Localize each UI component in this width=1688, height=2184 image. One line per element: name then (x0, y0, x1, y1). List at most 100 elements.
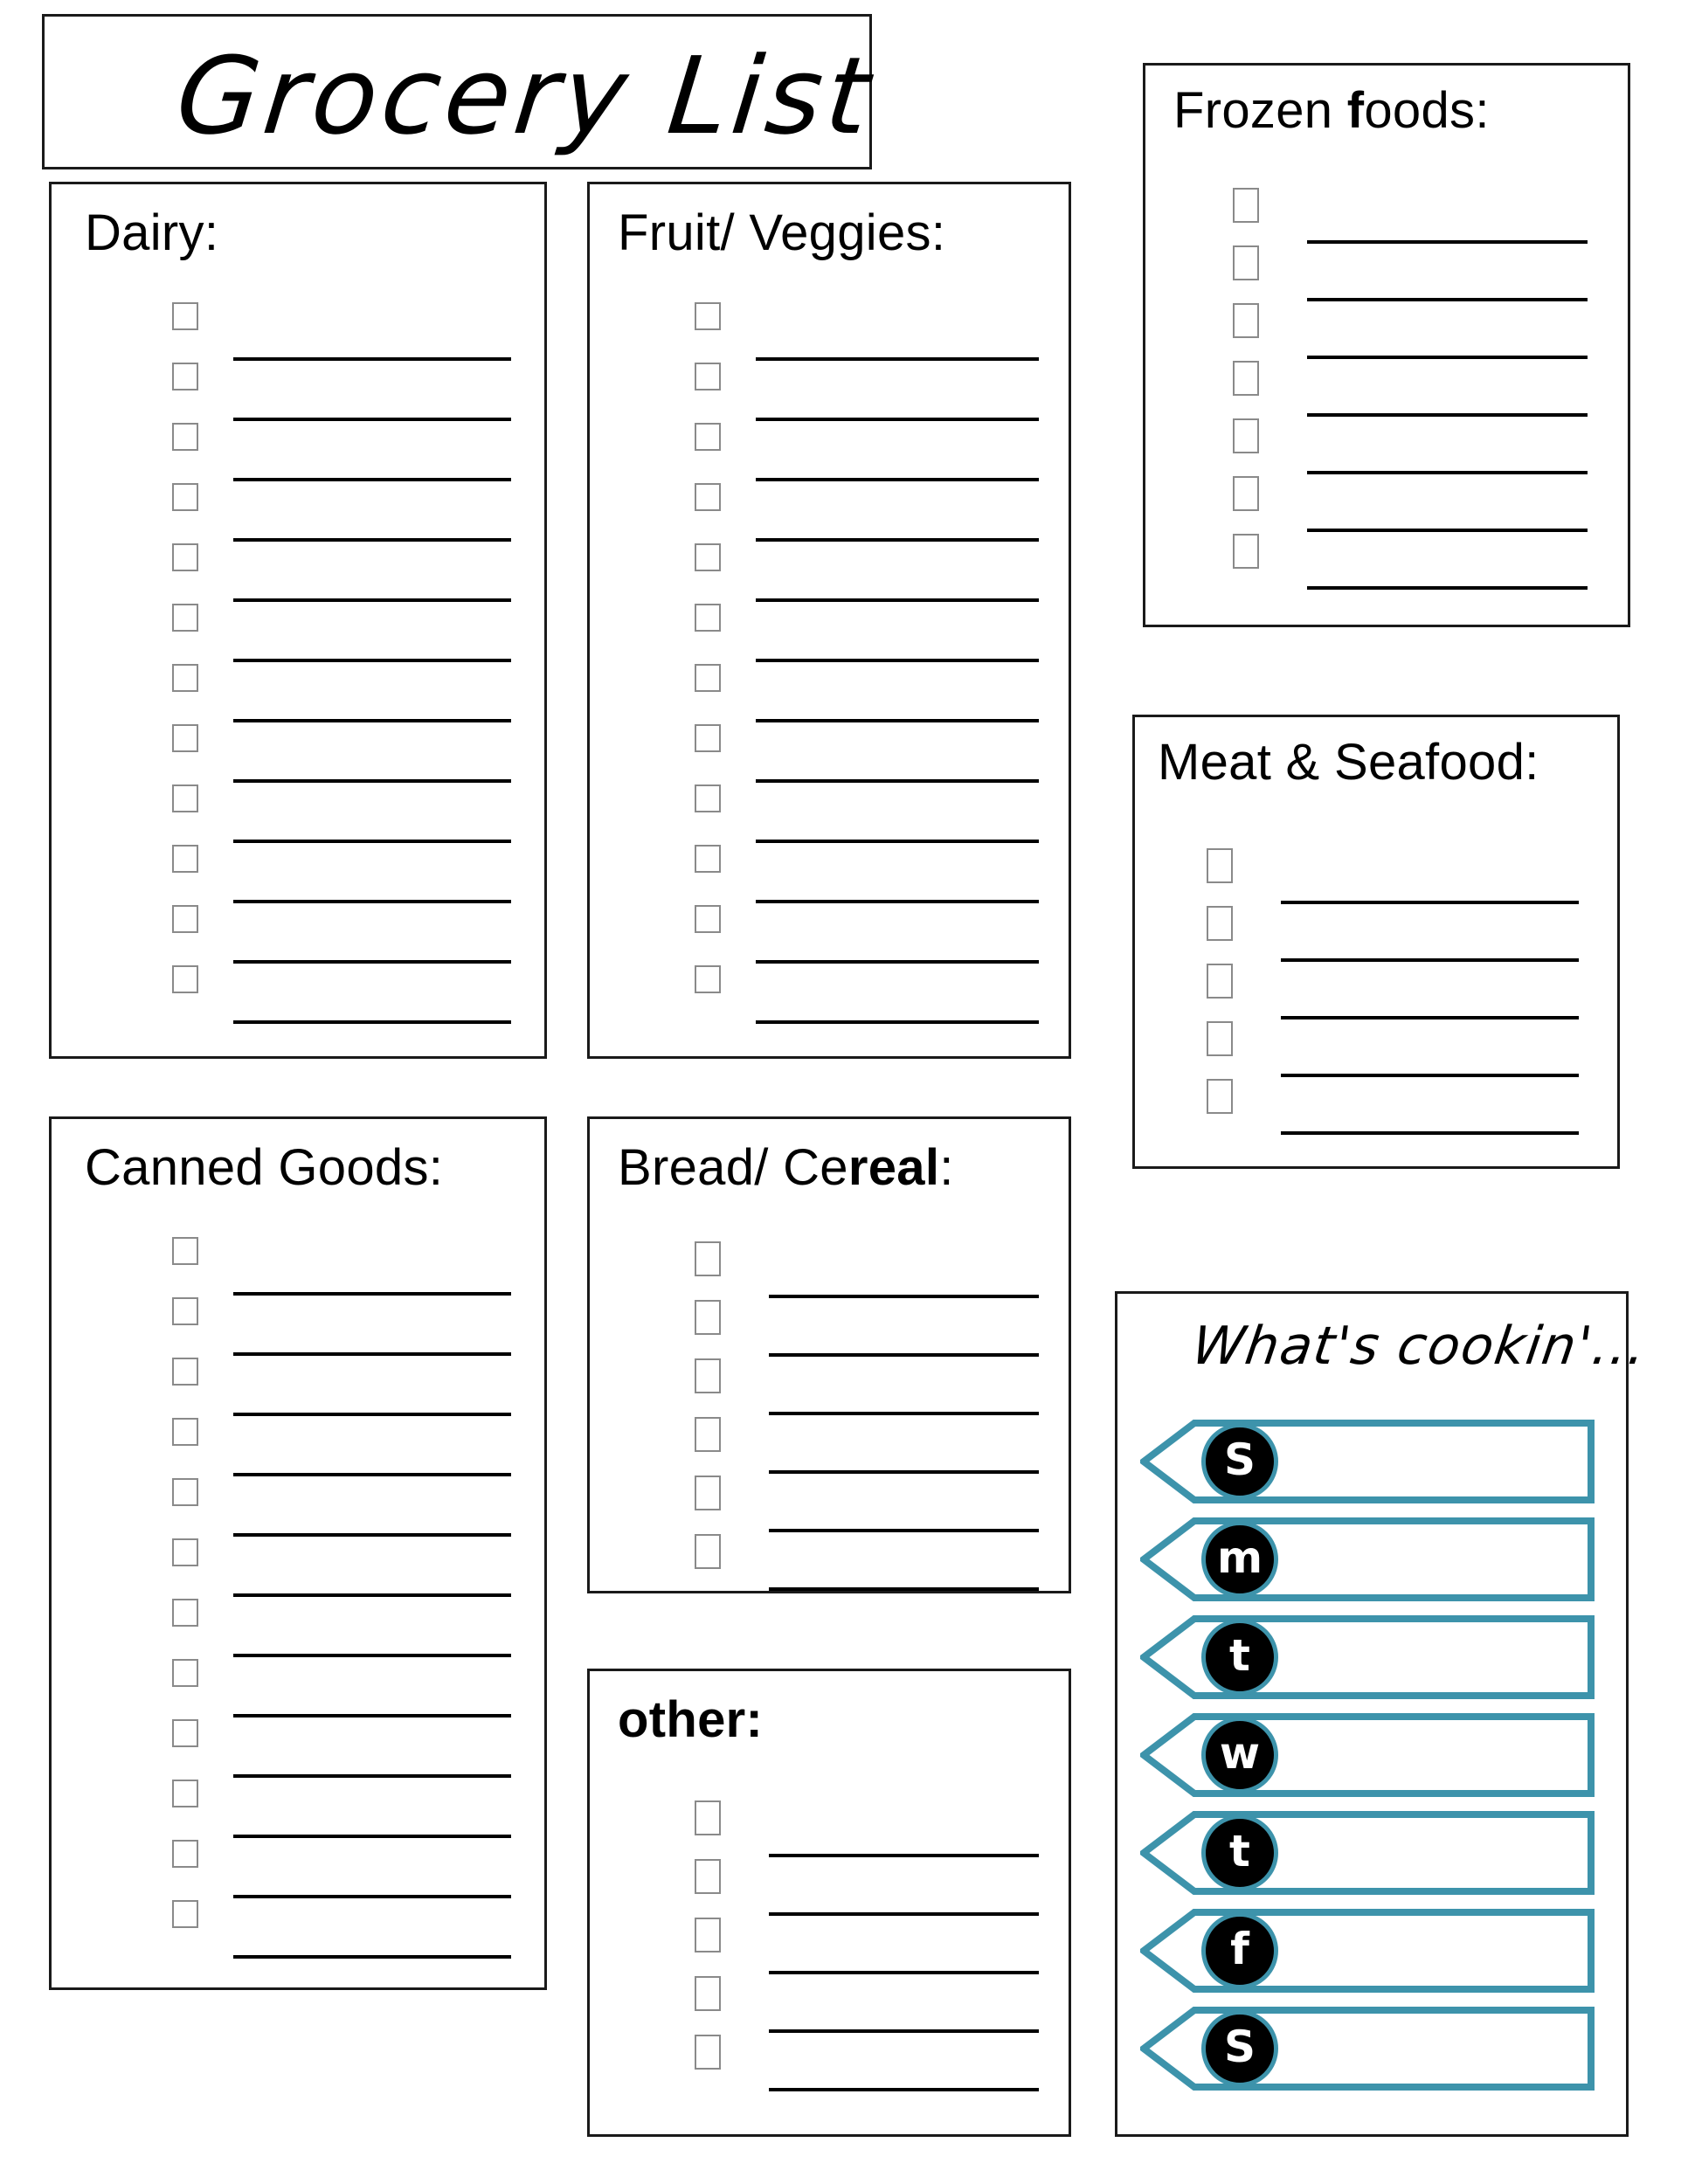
checklist-row[interactable] (172, 1659, 511, 1719)
checklist-row[interactable] (172, 905, 511, 965)
checkbox-icon[interactable] (172, 724, 198, 752)
checkbox-icon[interactable] (172, 1478, 198, 1506)
write-in-line[interactable] (233, 1593, 511, 1597)
day-planner-row-wednesday[interactable]: w (1140, 1713, 1595, 1797)
checklist-row[interactable] (172, 1538, 511, 1599)
checkbox-icon[interactable] (695, 1300, 721, 1335)
write-in-line[interactable] (769, 1912, 1039, 1916)
checkbox-icon[interactable] (172, 664, 198, 692)
write-in-line[interactable] (1307, 586, 1588, 590)
checkbox-icon[interactable] (695, 724, 721, 752)
write-in-line[interactable] (233, 1895, 511, 1898)
checkbox-icon[interactable] (1233, 418, 1259, 453)
checklist-row[interactable] (172, 1297, 511, 1358)
checklist-row[interactable] (172, 363, 511, 423)
write-in-line[interactable] (756, 418, 1039, 421)
checklist-row[interactable] (1233, 245, 1588, 303)
checkbox-icon[interactable] (695, 845, 721, 873)
checklist-row[interactable] (172, 724, 511, 784)
checklist-row[interactable] (695, 1241, 1039, 1300)
checkbox-icon[interactable] (172, 1418, 198, 1446)
write-in-line[interactable] (233, 1413, 511, 1416)
checklist-row[interactable] (695, 1976, 1039, 2035)
write-in-line[interactable] (1307, 356, 1588, 359)
write-in-line[interactable] (769, 1854, 1039, 1857)
write-in-line[interactable] (233, 1533, 511, 1537)
day-badge-sunday[interactable]: S (1201, 1423, 1278, 1500)
write-in-line[interactable] (756, 960, 1039, 964)
write-in-line[interactable] (756, 1020, 1039, 1024)
checklist-row[interactable] (1233, 476, 1588, 534)
checkbox-icon[interactable] (695, 2035, 721, 2070)
checkbox-icon[interactable] (1233, 534, 1259, 569)
checkbox-icon[interactable] (695, 1476, 721, 1510)
checkbox-icon[interactable] (695, 423, 721, 451)
write-in-line[interactable] (233, 538, 511, 542)
checkbox-icon[interactable] (695, 604, 721, 632)
checkbox-icon[interactable] (695, 664, 721, 692)
checklist-row[interactable] (172, 845, 511, 905)
day-planner-row-monday[interactable]: m (1140, 1517, 1595, 1601)
checklist-row[interactable] (172, 543, 511, 604)
write-in-line[interactable] (233, 840, 511, 843)
checklist-row[interactable] (172, 1237, 511, 1297)
day-planner-row-sunday[interactable]: S (1140, 1420, 1595, 1503)
checklist-row[interactable] (695, 784, 1039, 845)
checklist-row[interactable] (1207, 1021, 1579, 1079)
checkbox-icon[interactable] (695, 363, 721, 390)
checklist-row[interactable] (1207, 964, 1579, 1021)
write-in-line[interactable] (769, 1412, 1039, 1415)
checklist-row[interactable] (695, 483, 1039, 543)
checklist-row[interactable] (695, 724, 1039, 784)
checkbox-icon[interactable] (695, 965, 721, 993)
write-in-line[interactable] (233, 478, 511, 481)
write-in-line[interactable] (233, 1352, 511, 1356)
checklist-row[interactable] (1233, 418, 1588, 476)
write-in-line[interactable] (756, 478, 1039, 481)
checkbox-icon[interactable] (172, 1780, 198, 1807)
write-in-line[interactable] (769, 1353, 1039, 1357)
write-in-line[interactable] (233, 1955, 511, 1959)
checkbox-icon[interactable] (695, 1918, 721, 1952)
checklist-row[interactable] (172, 784, 511, 845)
write-in-line[interactable] (769, 1295, 1039, 1298)
write-in-line[interactable] (756, 719, 1039, 722)
day-planner-row-thursday[interactable]: t (1140, 1811, 1595, 1895)
write-in-line[interactable] (233, 1835, 511, 1838)
checklist-row[interactable] (695, 1476, 1039, 1534)
checklist-row[interactable] (695, 1358, 1039, 1417)
write-in-line[interactable] (233, 900, 511, 903)
checklist-row[interactable] (695, 1918, 1039, 1976)
checklist-row[interactable] (172, 1719, 511, 1780)
checklist-row[interactable] (695, 302, 1039, 363)
checkbox-icon[interactable] (695, 1358, 721, 1393)
checkbox-icon[interactable] (172, 1840, 198, 1868)
checkbox-icon[interactable] (172, 604, 198, 632)
checklist-row[interactable] (695, 1800, 1039, 1859)
write-in-line[interactable] (756, 779, 1039, 783)
write-in-line[interactable] (1281, 1131, 1579, 1135)
checkbox-icon[interactable] (172, 1358, 198, 1386)
checkbox-icon[interactable] (695, 1859, 721, 1894)
write-in-line[interactable] (1307, 471, 1588, 474)
checklist-row[interactable] (1207, 906, 1579, 964)
write-in-line[interactable] (1281, 1016, 1579, 1019)
write-in-line[interactable] (769, 1971, 1039, 1974)
write-in-line[interactable] (769, 1587, 1039, 1591)
day-planner-row-tuesday[interactable]: t (1140, 1615, 1595, 1699)
checklist-row[interactable] (1207, 848, 1579, 906)
write-in-line[interactable] (233, 1714, 511, 1717)
checkbox-icon[interactable] (1207, 1079, 1233, 1114)
checkbox-icon[interactable] (1233, 303, 1259, 338)
checkbox-icon[interactable] (695, 483, 721, 511)
checkbox-icon[interactable] (695, 784, 721, 812)
write-in-line[interactable] (233, 1020, 511, 1024)
write-in-line[interactable] (769, 1470, 1039, 1474)
checklist-row[interactable] (172, 302, 511, 363)
checkbox-icon[interactable] (695, 1417, 721, 1452)
write-in-line[interactable] (769, 1529, 1039, 1532)
day-badge-wednesday[interactable]: w (1201, 1717, 1278, 1794)
write-in-line[interactable] (233, 357, 511, 361)
write-in-line[interactable] (233, 1473, 511, 1476)
write-in-line[interactable] (233, 598, 511, 602)
